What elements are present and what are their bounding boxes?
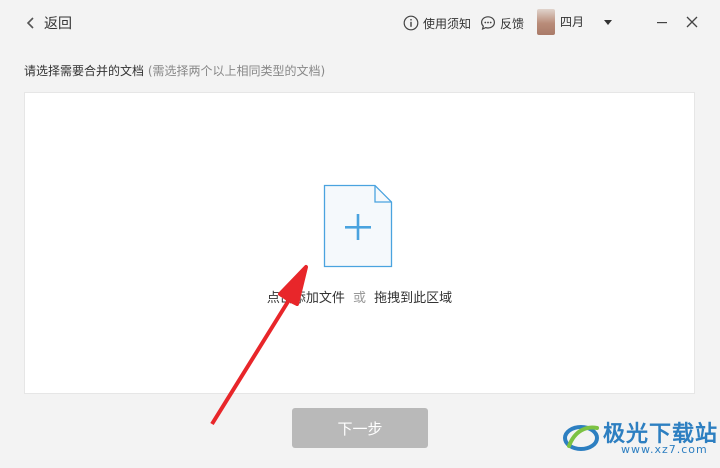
caret-down-icon[interactable] [604, 20, 612, 25]
feedback-button[interactable]: 反馈 [480, 13, 524, 33]
watermark: 极光下载站 www.xz7.com [561, 412, 717, 460]
username: 四月 [560, 15, 585, 29]
instruction: 请选择需要合并的文档 (需选择两个以上相同类型的文档) [24, 62, 325, 79]
chat-bubble-icon [480, 16, 496, 31]
back-button[interactable]: 返回 [26, 13, 72, 33]
next-step-button[interactable]: 下一步 [292, 408, 428, 448]
close-icon[interactable] [684, 14, 700, 30]
drop-or-text: 或 [352, 291, 366, 306]
instruction-hint: (需选择两个以上相同类型的文档) [147, 64, 326, 78]
file-drop-zone[interactable]: 点击添加文件 或 拖拽到此区域 [24, 92, 695, 394]
feedback-label: 反馈 [500, 16, 525, 31]
info-icon [403, 15, 419, 31]
minimize-icon[interactable] [654, 14, 670, 30]
title-bar: 返回 使用须知 反馈 四月 [0, 0, 720, 46]
drop-hint: 点击添加文件 或 拖拽到此区域 [25, 287, 694, 306]
add-file-icon[interactable] [323, 184, 393, 268]
watermark-logo-icon [563, 425, 599, 451]
drop-drag-text: 拖拽到此区域 [374, 291, 453, 306]
avatar[interactable] [537, 9, 555, 35]
watermark-url: www.xz7.com [621, 443, 708, 456]
instruction-text: 请选择需要合并的文档 [24, 64, 145, 78]
help-button[interactable]: 使用须知 [403, 13, 471, 33]
back-label: 返回 [44, 16, 72, 32]
chevron-left-icon [26, 17, 34, 29]
help-label: 使用须知 [423, 16, 472, 31]
drop-add-text: 点击添加文件 [266, 291, 345, 306]
